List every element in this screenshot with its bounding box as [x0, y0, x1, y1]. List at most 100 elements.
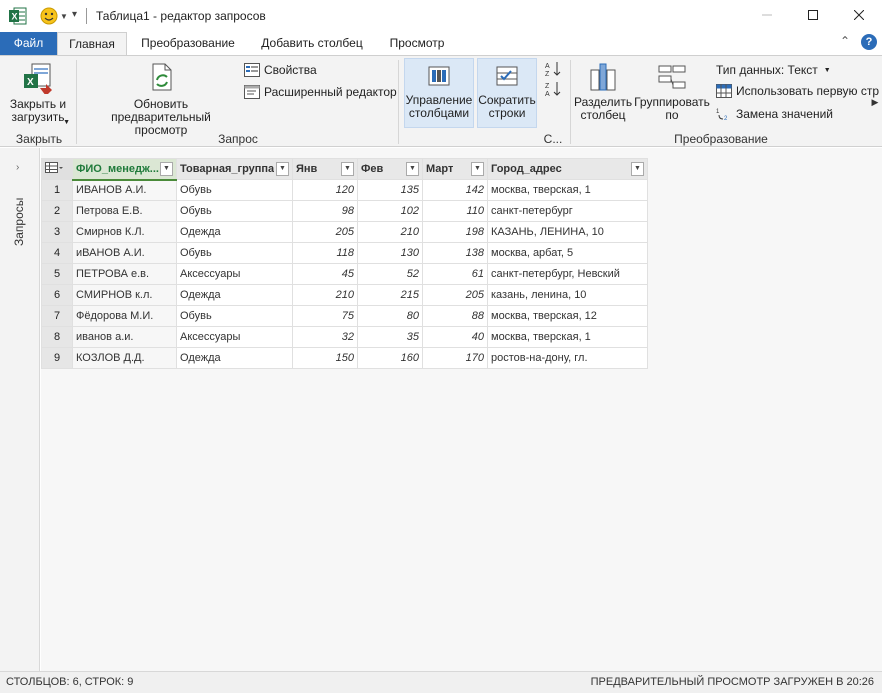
tab-view[interactable]: Просмотр: [378, 32, 456, 55]
table-menu-button[interactable]: [41, 158, 73, 180]
table-cell[interactable]: иВАНОВ А.И.: [72, 242, 177, 264]
table-cell[interactable]: 215: [357, 284, 423, 306]
column-header[interactable]: Город_адрес ▼: [487, 158, 648, 180]
split-column-button[interactable]: Разделить столбец: [574, 62, 632, 122]
row-number[interactable]: 5: [41, 263, 73, 285]
row-number[interactable]: 6: [41, 284, 73, 306]
row-number[interactable]: 4: [41, 242, 73, 264]
table-cell[interactable]: казань, ленина, 10: [487, 284, 648, 306]
refresh-preview-button[interactable]: Обновить предварительный просмотр: [82, 62, 240, 137]
advanced-editor-button[interactable]: Расширенный редактор: [244, 85, 397, 99]
row-number[interactable]: 1: [41, 179, 73, 201]
table-cell[interactable]: ПЕТРОВА е.в.: [72, 263, 177, 285]
table-cell[interactable]: СМИРНОВ к.л.: [72, 284, 177, 306]
table-cell[interactable]: Обувь: [176, 242, 293, 264]
expand-queries-icon[interactable]: ›: [16, 162, 19, 173]
row-number[interactable]: 8: [41, 326, 73, 348]
replace-values-button[interactable]: 12 Замена значений: [716, 107, 833, 121]
row-number[interactable]: 2: [41, 200, 73, 222]
table-cell[interactable]: москва, арбат, 5: [487, 242, 648, 264]
row-number[interactable]: 3: [41, 221, 73, 243]
table-cell[interactable]: 205: [422, 284, 488, 306]
tab-file[interactable]: Файл: [0, 32, 57, 55]
table-cell[interactable]: санкт-петербург: [487, 200, 648, 222]
table-cell[interactable]: москва, тверская, 12: [487, 305, 648, 327]
table-cell[interactable]: Аксессуары: [176, 326, 293, 348]
data-type-dropdown[interactable]: Тип данных: Текст ▼: [716, 63, 831, 77]
column-header[interactable]: Товарная_группа ▼: [176, 158, 293, 180]
column-filter-icon[interactable]: ▼: [160, 162, 173, 176]
queries-pane-label[interactable]: Запросы: [12, 198, 26, 268]
properties-button[interactable]: Свойства: [244, 63, 317, 77]
table-cell[interactable]: 142: [422, 179, 488, 201]
smiley-feedback-icon[interactable]: [40, 7, 58, 25]
table-cell[interactable]: 110: [422, 200, 488, 222]
table-cell[interactable]: 135: [357, 179, 423, 201]
table-cell[interactable]: Обувь: [176, 179, 293, 201]
table-cell[interactable]: санкт-петербург, Невский: [487, 263, 648, 285]
row-number[interactable]: 9: [41, 347, 73, 369]
table-cell[interactable]: 210: [292, 284, 358, 306]
table-cell[interactable]: Обувь: [176, 200, 293, 222]
column-filter-icon[interactable]: ▼: [341, 162, 354, 176]
table-cell[interactable]: москва, тверская, 1: [487, 179, 648, 201]
table-cell[interactable]: иванов а.и.: [72, 326, 177, 348]
table-cell[interactable]: 160: [357, 347, 423, 369]
close-load-button[interactable]: X Закрыть и загрузить ▼: [4, 62, 72, 126]
tab-transform[interactable]: Преобразование: [130, 32, 246, 55]
table-cell[interactable]: 118: [292, 242, 358, 264]
table-cell[interactable]: Аксессуары: [176, 263, 293, 285]
table-cell[interactable]: 150: [292, 347, 358, 369]
column-filter-icon[interactable]: ▼: [276, 162, 289, 176]
table-cell[interactable]: москва, тверская, 1: [487, 326, 648, 348]
table-cell[interactable]: Одежда: [176, 221, 293, 243]
table-cell[interactable]: 98: [292, 200, 358, 222]
minimize-button[interactable]: [744, 0, 790, 30]
sort-descending-icon[interactable]: ZA: [544, 80, 562, 98]
table-cell[interactable]: 102: [357, 200, 423, 222]
group-by-button[interactable]: Группировать по: [634, 62, 710, 122]
column-filter-icon[interactable]: ▼: [406, 162, 419, 176]
table-cell[interactable]: 35: [357, 326, 423, 348]
table-cell[interactable]: ИВАНОВ А.И.: [72, 179, 177, 201]
table-cell[interactable]: КАЗАНЬ, ЛЕНИНА, 10: [487, 221, 648, 243]
table-cell[interactable]: 205: [292, 221, 358, 243]
table-cell[interactable]: 40: [422, 326, 488, 348]
column-filter-icon[interactable]: ▼: [631, 162, 644, 176]
maximize-button[interactable]: [790, 0, 836, 30]
feedback-dropdown-icon[interactable]: ▼: [60, 12, 68, 21]
use-first-row-button[interactable]: Использовать первую стр: [716, 84, 879, 98]
table-cell[interactable]: 88: [422, 305, 488, 327]
tab-home[interactable]: Главная: [57, 32, 127, 56]
table-cell[interactable]: Одежда: [176, 284, 293, 306]
table-cell[interactable]: 210: [357, 221, 423, 243]
tab-add-column[interactable]: Добавить столбец: [250, 32, 374, 55]
table-cell[interactable]: 138: [422, 242, 488, 264]
table-cell[interactable]: 80: [357, 305, 423, 327]
customize-qat-icon[interactable]: ▾: [72, 9, 77, 20]
column-header[interactable]: Фев ▼: [357, 158, 423, 180]
table-cell[interactable]: Фёдорова М.И.: [72, 305, 177, 327]
ribbon-scroll-right-icon[interactable]: ▶: [868, 58, 882, 146]
table-cell[interactable]: 130: [357, 242, 423, 264]
table-cell[interactable]: Петрова Е.В.: [72, 200, 177, 222]
column-header[interactable]: Янв ▼: [292, 158, 358, 180]
row-number[interactable]: 7: [41, 305, 73, 327]
column-header[interactable]: ФИО_менедж... ▼: [72, 158, 177, 181]
help-icon[interactable]: ?: [861, 34, 877, 50]
table-cell[interactable]: КОЗЛОВ Д.Д.: [72, 347, 177, 369]
table-cell[interactable]: 198: [422, 221, 488, 243]
table-cell[interactable]: Одежда: [176, 347, 293, 369]
table-cell[interactable]: 45: [292, 263, 358, 285]
table-cell[interactable]: 32: [292, 326, 358, 348]
reduce-rows-button[interactable]: Сократить строки: [477, 58, 537, 128]
close-button[interactable]: [836, 0, 882, 30]
collapse-ribbon-icon[interactable]: ⌃: [840, 34, 850, 48]
table-cell[interactable]: 75: [292, 305, 358, 327]
table-cell[interactable]: Обувь: [176, 305, 293, 327]
column-header[interactable]: Март ▼: [422, 158, 488, 180]
sort-ascending-icon[interactable]: AZ: [544, 60, 562, 78]
table-cell[interactable]: 170: [422, 347, 488, 369]
table-cell[interactable]: 52: [357, 263, 423, 285]
table-cell[interactable]: Смирнов К.Л.: [72, 221, 177, 243]
